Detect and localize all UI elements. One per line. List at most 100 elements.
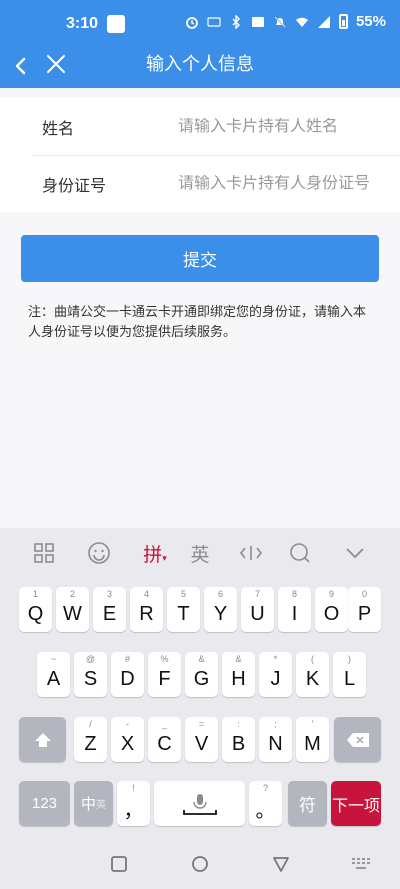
key-hint: @ [85, 654, 96, 664]
name-label: 姓名 [42, 120, 75, 138]
key-hint: ' [311, 719, 314, 729]
key-b[interactable]: :B [222, 717, 255, 762]
key-hint: ~ [50, 654, 57, 664]
gallery-icon [207, 16, 221, 27]
key-l[interactable]: ) L [333, 652, 366, 697]
back-triangle-icon[interactable] [272, 855, 290, 873]
key-hint: 4 [143, 589, 149, 599]
key-z[interactable]: / Z [74, 717, 107, 762]
key-s[interactable]: @ S [74, 652, 107, 697]
submit-button[interactable]: 提交 [21, 235, 379, 282]
key-label: Q [27, 603, 44, 625]
key-o[interactable]: 9O [315, 587, 348, 632]
key-d[interactable]: # D [111, 652, 144, 697]
soft-keyboard: 拼▾ 英 1Q 2W 3E 4R 5T 6Y 7U 8I 9O 0P ~ A @ S… [0, 528, 400, 835]
key-j[interactable]: * J [259, 652, 292, 697]
key-hint: & [198, 654, 205, 664]
key-label: W [63, 603, 82, 625]
key-hint: - [126, 719, 129, 729]
key-u[interactable]: 7U [241, 587, 274, 632]
alarm-icon [186, 16, 198, 29]
key-f[interactable]: % F [148, 652, 181, 697]
period-key[interactable]: ?。 [249, 781, 282, 826]
key-hint: # [124, 654, 130, 664]
key-label: M [304, 733, 321, 755]
pinyin-mode-tab[interactable]: 拼▾ [138, 540, 172, 566]
symbol-key[interactable]: 符 [288, 781, 327, 826]
recent-apps-icon[interactable] [110, 855, 128, 873]
key-k[interactable]: (K [296, 652, 329, 697]
id-row: 身份证号 [0, 155, 400, 212]
info-form: 姓名 身份证号 [0, 98, 400, 212]
bluetooth-icon [232, 14, 240, 29]
key-q[interactable]: 1Q [19, 587, 52, 632]
key-y[interactable]: 6Y [204, 587, 237, 632]
shift-key[interactable] [19, 717, 66, 762]
space-key[interactable] [154, 781, 245, 826]
key-m[interactable]: ' M [296, 717, 329, 762]
emoji-icon[interactable] [87, 540, 111, 566]
keyboard-switch-icon[interactable] [351, 857, 371, 871]
key-label: N [268, 733, 283, 755]
system-nav-bar [0, 835, 400, 889]
key-g[interactable]: & G [185, 652, 218, 697]
key-v[interactable]: = V [185, 717, 218, 762]
key-hint: 6 [217, 589, 223, 599]
key-t[interactable]: 5T [167, 587, 200, 632]
name-input[interactable] [178, 117, 388, 136]
cursor-icon[interactable] [238, 540, 264, 566]
search-icon[interactable] [288, 540, 312, 566]
name-row: 姓名 [0, 98, 400, 155]
key-w[interactable]: 2W [56, 587, 89, 632]
key-c[interactable]: _ C [148, 717, 181, 762]
key-label: G [193, 668, 210, 690]
key-hint: _ [161, 719, 167, 729]
signal-icon [317, 15, 330, 28]
key-hint: / [89, 719, 92, 729]
pinyin-label: 拼 [143, 545, 163, 566]
zh-label: 中 [80, 796, 96, 813]
page-title: 输入个人信息 [146, 54, 254, 74]
key-label: A [46, 668, 61, 690]
status-time: 3:10 [66, 15, 99, 32]
chinese-english-toggle-key[interactable]: 中英 [74, 781, 113, 826]
grid-menu-icon[interactable] [33, 540, 55, 566]
id-number-label: 身份证号 [42, 177, 107, 195]
number-mode-key[interactable]: 123 [19, 781, 70, 826]
next-field-key[interactable]: 下一项 [331, 781, 381, 826]
key-p[interactable]: 0P [348, 587, 381, 632]
comma-key[interactable]: !， [117, 781, 150, 826]
key-label: J [270, 668, 281, 690]
key-label: ， [123, 800, 144, 822]
key-label: X [120, 733, 135, 755]
key-label: S [83, 668, 98, 690]
key-label: P [357, 603, 372, 625]
key-r[interactable]: 4R [130, 587, 163, 632]
volte-icon [251, 16, 264, 27]
microphone-icon [182, 793, 217, 815]
pinyin-dropdown-icon: ▾ [162, 553, 167, 563]
key-i[interactable]: 8I [278, 587, 311, 632]
key-label: L [343, 668, 356, 690]
collapse-keyboard-icon[interactable] [344, 540, 366, 566]
key-h[interactable]: & H [222, 652, 255, 697]
id-number-input[interactable] [178, 174, 388, 193]
status-bar: 3:10 55% [0, 0, 400, 48]
key-hint: 5 [180, 589, 186, 599]
key-e[interactable]: 3E [93, 587, 126, 632]
key-hint: 9 [328, 589, 334, 599]
key-a[interactable]: ~ A [37, 652, 70, 697]
battery-icon [338, 14, 348, 29]
home-icon[interactable] [191, 855, 209, 873]
key-label: O [323, 603, 340, 625]
key-n[interactable]: ; N [259, 717, 292, 762]
english-mode-tab[interactable]: 英 [188, 540, 212, 566]
key-hint: 8 [291, 589, 297, 599]
key-label: D [120, 668, 135, 690]
key-hint: ? [262, 783, 268, 793]
key-x[interactable]: -X [111, 717, 144, 762]
key-label: 。 [255, 800, 276, 822]
delete-key[interactable] [334, 717, 381, 762]
notice-text: 注：曲靖公交一卡通云卡开通即绑定您的身份证，请输入本人身份证号以便为您提供后续服… [28, 304, 367, 339]
key-label: I [291, 603, 298, 625]
